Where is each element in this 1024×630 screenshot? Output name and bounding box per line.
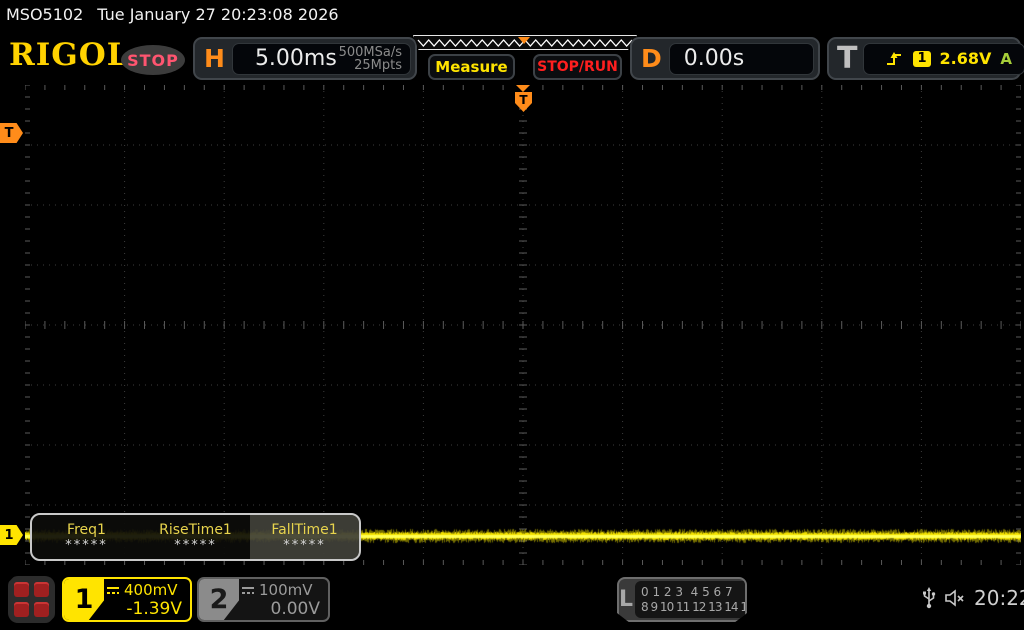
delay-display: 0.00s	[669, 43, 814, 75]
measurement-panel[interactable]: Freq1 ***** RiseTime1 ***** FallTime1 **…	[30, 513, 361, 561]
trigger-slope-icon	[886, 51, 904, 67]
trigger-display: 1 2.68V A	[863, 43, 1024, 75]
channel2-scale: 100mV	[259, 581, 313, 600]
oscilloscope-screen: MSO5102 Tue January 27 20:23:08 2026 RIGO…	[0, 0, 1024, 630]
logic-channels-badge[interactable]: L 0 1 2 3 4 5 6 7 8 9 10 11 12 13 14 15	[617, 577, 747, 622]
menu-dot	[34, 602, 49, 617]
acquisition-rates: 500MSa/s 25Mpts	[339, 46, 410, 72]
channel2-values: 100mV 0.00V	[239, 579, 328, 620]
measurement-risetime1[interactable]: RiseTime1 *****	[141, 515, 250, 559]
trigger-position-arrow-icon[interactable]	[516, 85, 530, 92]
delay-label: D	[632, 44, 669, 73]
measurement-value: *****	[65, 539, 108, 553]
horizontal-panel[interactable]: H 5.00ms 500MSa/s 25Mpts	[193, 37, 417, 80]
logic-channel-numbers: 0 1 2 3 4 5 6 7 8 9 10 11 12 13 14 15	[635, 581, 747, 618]
measurement-freq1[interactable]: Freq1 *****	[32, 515, 141, 559]
quick-menu-icon[interactable]	[8, 576, 55, 623]
channel2-offset: 0.00V	[241, 600, 320, 619]
measurement-name: FallTime1	[271, 522, 337, 539]
system-clock: 20:22	[974, 586, 1024, 610]
delay-value: 0.00s	[670, 46, 744, 71]
channel2-number: 2	[199, 579, 239, 620]
measurement-name: Freq1	[67, 522, 106, 539]
preview-trigger-position-icon[interactable]	[518, 37, 530, 44]
delay-panel[interactable]: D 0.00s	[630, 37, 820, 80]
dc-coupling-icon	[241, 585, 255, 595]
trigger-mode: A	[1000, 50, 1024, 68]
channel1-values: 400mV -1.39V	[104, 579, 190, 620]
menu-dot	[14, 602, 29, 617]
channel2-badge[interactable]: 2 100mV 0.00V	[197, 577, 330, 622]
channel1-offset: -1.39V	[106, 600, 182, 619]
measurement-value: *****	[283, 539, 326, 553]
memory-depth: 25Mpts	[339, 59, 402, 72]
menu-dot	[14, 582, 29, 597]
stop-run-button[interactable]: STOP/RUN	[533, 54, 622, 80]
timebase-value: 5.00ms	[233, 46, 337, 71]
trigger-source-badge: 1	[913, 51, 930, 67]
waveform-preview-strip[interactable]	[413, 35, 637, 50]
trigger-level-value: 2.68V	[940, 49, 992, 68]
trigger-label: T	[829, 41, 863, 76]
rigol-logo: RIGOL	[9, 37, 130, 73]
logic-label: L	[619, 579, 633, 620]
usb-icon[interactable]	[922, 587, 936, 609]
sample-rate: 500MSa/s	[339, 46, 402, 59]
datetime: Tue January 27 20:23:08 2026	[97, 5, 338, 24]
run-state-badge: STOP	[121, 45, 185, 75]
logic-row1: 0 1 2 3 4 5 6 7	[641, 585, 747, 600]
ch1-offset-marker[interactable]: 1	[0, 525, 23, 545]
horizontal-label: H	[195, 44, 232, 73]
ch1-waveform-trace[interactable]	[25, 85, 1021, 565]
horizontal-display: 5.00ms 500MSa/s 25Mpts	[232, 43, 411, 75]
trigger-level-marker[interactable]: T	[0, 123, 23, 143]
model-name: MSO5102	[6, 5, 83, 24]
trigger-panel[interactable]: T 1 2.68V A	[827, 37, 1021, 80]
measurement-value: *****	[174, 539, 217, 553]
channel1-number: 1	[64, 579, 104, 620]
speaker-muted-icon[interactable]	[944, 589, 966, 607]
channel1-badge[interactable]: 1 400mV -1.39V	[62, 577, 192, 622]
logic-row2: 8 9 10 11 12 13 14 15	[641, 600, 747, 615]
dc-coupling-icon	[106, 585, 120, 595]
channel1-scale: 400mV	[124, 581, 178, 600]
measure-button[interactable]: Measure	[428, 54, 515, 80]
measurement-falltime1[interactable]: FallTime1 *****	[250, 515, 359, 559]
measurement-name: RiseTime1	[159, 522, 232, 539]
menu-dot	[34, 582, 49, 597]
status-bar: MSO5102 Tue January 27 20:23:08 2026	[6, 5, 353, 24]
